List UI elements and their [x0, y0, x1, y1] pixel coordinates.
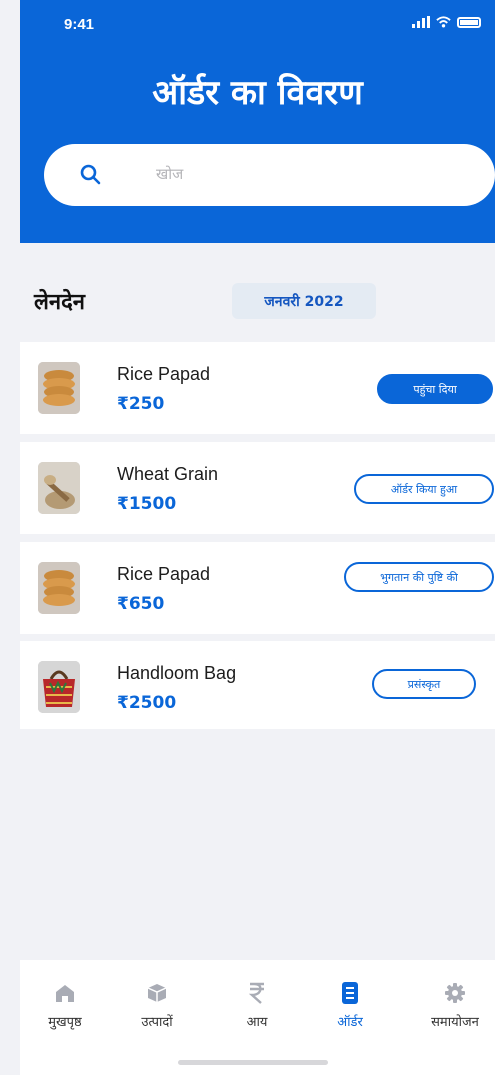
status-bar: 9:41: [20, 0, 495, 50]
product-thumbnail: [38, 562, 80, 614]
month-filter[interactable]: जनवरी 2022: [232, 283, 376, 319]
product-price: ₹1500: [117, 494, 177, 514]
home-indicator: [178, 1060, 328, 1065]
gear-icon: [445, 983, 465, 1003]
product-name: Rice Papad: [117, 364, 211, 384]
order-row[interactable]: Wheat Grain ₹1500 ऑर्डर किया हुआ: [20, 442, 495, 534]
status-button[interactable]: भुगतान की पुष्टि की: [344, 562, 494, 592]
product-thumbnail: [38, 462, 80, 514]
battery-icon: [457, 16, 481, 28]
tab-income[interactable]: आय: [212, 980, 302, 1030]
tab-label: मुखपृष्ठ: [48, 1015, 82, 1030]
tab-home[interactable]: मुखपृष्ठ: [20, 980, 110, 1030]
product-name: Rice Papad: [117, 564, 211, 584]
tab-label: ऑर्डर: [337, 1015, 363, 1030]
signal-icon: [412, 16, 430, 28]
tab-products[interactable]: उत्पादों: [112, 980, 202, 1030]
product-name: Handloom Bag: [117, 663, 237, 683]
status-button[interactable]: प्रसंस्कृत: [372, 669, 476, 699]
status-button[interactable]: पहुंचा दिया: [377, 374, 493, 404]
box-icon: [147, 984, 167, 1002]
rupee-icon: [248, 982, 264, 1004]
wifi-icon: [436, 16, 451, 28]
section-label: लेनदेन: [34, 290, 86, 315]
tab-settings[interactable]: समायोजन: [410, 980, 495, 1030]
order-row[interactable]: Rice Papad ₹650 भुगतान की पुष्टि की: [20, 542, 495, 634]
product-thumbnail: [38, 661, 80, 713]
status-time: 9:41: [64, 16, 95, 33]
status-button[interactable]: ऑर्डर किया हुआ: [354, 474, 494, 504]
product-name: Wheat Grain: [117, 464, 219, 484]
search-input[interactable]: खोज: [44, 144, 495, 206]
search-icon: [80, 164, 101, 185]
product-price: ₹250: [117, 394, 165, 414]
document-icon: [342, 982, 358, 1004]
header: 9:41 ऑर्डर का विवरण खोज: [20, 0, 495, 243]
search-placeholder: खोज: [156, 165, 184, 183]
tab-orders[interactable]: ऑर्डर: [305, 980, 395, 1030]
tab-label: उत्पादों: [141, 1015, 173, 1030]
product-thumbnail: [38, 362, 80, 414]
tab-bar: मुखपृष्ठ उत्पादों आय ऑर्डर समायोजन: [20, 960, 495, 1075]
page-title: ऑर्डर का विवरण: [152, 73, 363, 113]
tab-label: आय: [246, 1015, 268, 1030]
order-row[interactable]: Rice Papad ₹250 पहुंचा दिया: [20, 342, 495, 434]
home-icon: [56, 985, 74, 1002]
order-row[interactable]: Handloom Bag ₹2500 प्रसंस्कृत: [20, 641, 495, 729]
product-price: ₹650: [117, 594, 165, 614]
tab-label: समायोजन: [431, 1015, 479, 1030]
status-icons: [412, 16, 481, 28]
product-price: ₹2500: [117, 693, 177, 713]
